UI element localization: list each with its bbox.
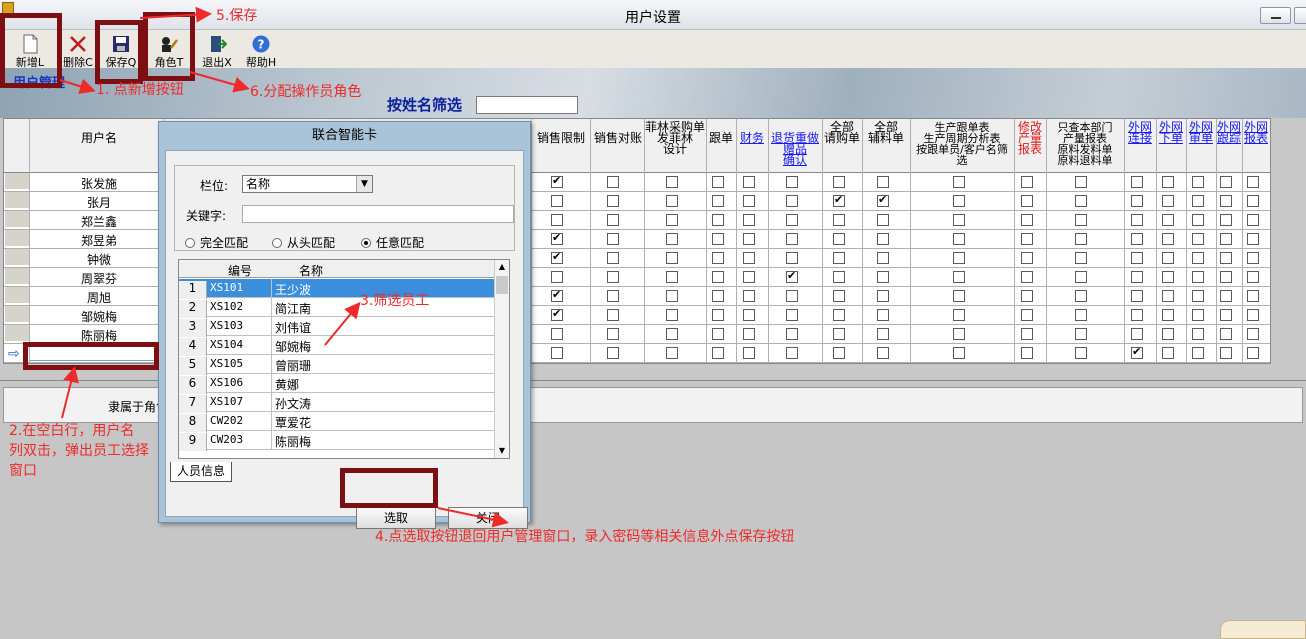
annotation-step5: 5.保存	[216, 8, 258, 24]
annotation-step3: 3.筛选员工	[360, 293, 430, 309]
annotation-step6: 6.分配操作员角色	[250, 84, 362, 100]
annotation-step2: 2.在空白行，用户名 列双击，弹出员工选择 窗口	[9, 423, 149, 479]
annotation-step1: 1. 点新增按钮	[96, 82, 184, 98]
annotation-step4: 4.点选取按钮退回用户管理窗口，录入密码等相关信息外点保存按钮	[375, 529, 795, 545]
